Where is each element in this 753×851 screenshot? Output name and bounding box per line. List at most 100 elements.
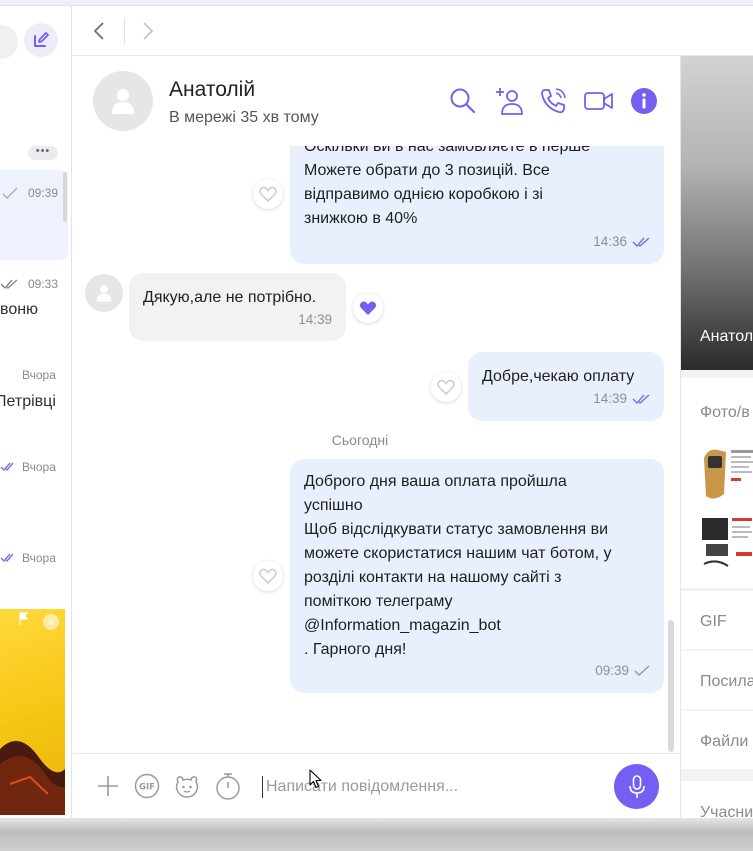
links-label: Посила [700,673,753,690]
video-call-button[interactable] [584,86,614,116]
message-scrollbar[interactable] [668,620,674,752]
chat-preview: воню [0,301,39,318]
message-bubble-incoming[interactable]: Дякую,але не потрібно. 14:39 [129,273,346,341]
sidebar-scrollbar[interactable] [63,172,67,222]
message-list[interactable]: Оскільки ви в нас замовляєте в перше Мож… [73,146,667,753]
read-double-check-icon [632,237,650,247]
more-chats-button[interactable]: ••• [28,146,58,160]
person-icon [96,285,112,302]
heart-outline-icon [437,379,455,395]
double-check-icon [0,279,18,289]
like-button-active[interactable] [353,293,383,323]
read-double-check-icon [632,394,650,404]
heart-outline-icon [259,568,277,584]
sticker-bear-icon [175,776,199,798]
like-button[interactable] [253,561,283,591]
video-camera-icon [584,92,613,110]
voice-message-button[interactable] [614,764,659,809]
members-label: Учасни [700,804,753,818]
message-bubble-outgoing[interactable]: Оскільки ви в нас замовляєте в перше Мож… [290,146,664,264]
viber-window: ••• 09:39 09:33 воню Вчора Петрівці Вчор… [0,0,753,818]
message-meta: 14:39 [593,387,650,411]
timer-button[interactable] [214,772,242,800]
media-thumbnail[interactable] [700,512,753,574]
compose-icon [34,32,49,47]
chat-list-item-selected[interactable] [0,170,68,260]
media-label: Фото/в [700,404,750,421]
message-time: 14:39 [593,391,627,406]
chat-time: Вчора [22,460,56,474]
message-text: Дякую,але не потрібно. [143,289,317,306]
phone-icon [541,88,566,114]
read-check-icon [2,187,18,199]
contact-cover-photo[interactable] [681,56,753,370]
files-section[interactable]: Файли [681,711,753,769]
sender-avatar[interactable] [85,274,123,312]
files-label: Файли [700,733,749,750]
add-user-icon [496,88,523,115]
microphone-icon [628,774,645,798]
add-participant-button[interactable] [494,86,524,116]
double-check-icon [0,462,14,472]
heart-filled-icon [359,301,377,315]
message-text: Оскільки ви в нас замовляєте в перше Мож… [304,146,591,227]
desktop-background [0,818,753,851]
message-bubble-outgoing[interactable]: Добре,чекаю оплату 14:39 [468,352,664,421]
message-meta: 09:39 [595,659,650,683]
like-button[interactable] [431,372,461,402]
message-text: Добре,чекаю оплату [482,368,635,385]
mouse-pointer-icon [309,769,322,789]
chat-time: 09:33 [28,277,59,291]
nav-divider [124,18,125,44]
chat-info-button[interactable] [629,86,659,116]
contact-status: В мережі 35 хв тому [169,109,319,126]
date-separator: Сьогодні [331,432,389,448]
person-icon [112,89,134,114]
compose-button[interactable] [24,23,58,57]
gif-button[interactable]: GIF [133,772,161,800]
stopwatch-icon [216,773,240,800]
svg-text:GIF: GIF [139,783,155,793]
voice-call-button[interactable] [538,86,568,116]
attach-button[interactable] [94,772,122,800]
text-caret [262,776,263,798]
like-button[interactable] [253,179,283,209]
chat-header: Анатолій В мережі 35 хв тому [73,56,680,146]
media-thumbnail[interactable] [700,444,753,506]
search-button[interactable] [448,86,478,116]
ad-banner[interactable]: × [0,609,65,815]
message-time: 09:39 [595,663,629,678]
message-time: 14:39 [298,312,332,327]
message-composer: GIF [73,753,680,818]
heart-outline-icon [259,186,277,202]
links-section[interactable]: Посила [681,651,753,709]
chat-time: Вчора [22,368,56,382]
chevron-right-icon [143,22,154,40]
delivered-check-icon [634,665,650,677]
media-section[interactable]: Фото/в [681,378,753,588]
forward-button[interactable] [136,18,160,44]
chat-preview: Петрівці [0,393,56,410]
info-icon [631,88,657,114]
message-meta: 14:36 [593,230,650,254]
members-section[interactable]: Учасни [681,781,753,818]
double-check-icon [0,553,14,563]
gif-label: GIF [700,613,727,630]
product-image [700,444,753,506]
navigation-bar [73,6,753,56]
message-meta: 14:39 [298,308,332,332]
sticker-button[interactable] [173,772,201,800]
message-bubble-outgoing[interactable]: Доброго дня ваша оплата пройшла успішно … [290,459,664,693]
contact-avatar[interactable] [93,71,153,131]
message-time: 14:36 [593,234,627,249]
chat-list-sidebar: ••• 09:39 09:33 воню Вчора Петрівці Вчор… [0,6,72,818]
gif-section[interactable]: GIF [681,591,753,649]
plus-icon [98,776,118,796]
chat-time: 09:39 [28,186,59,200]
contact-name[interactable]: Анатолій [169,78,255,102]
message-text: Доброго дня ваша оплата пройшла успішно … [304,473,612,658]
chat-time: Вчора [22,551,56,565]
chat-search-input[interactable] [0,25,18,59]
back-button[interactable] [87,18,111,44]
info-contact-name: Анатол [700,328,753,345]
